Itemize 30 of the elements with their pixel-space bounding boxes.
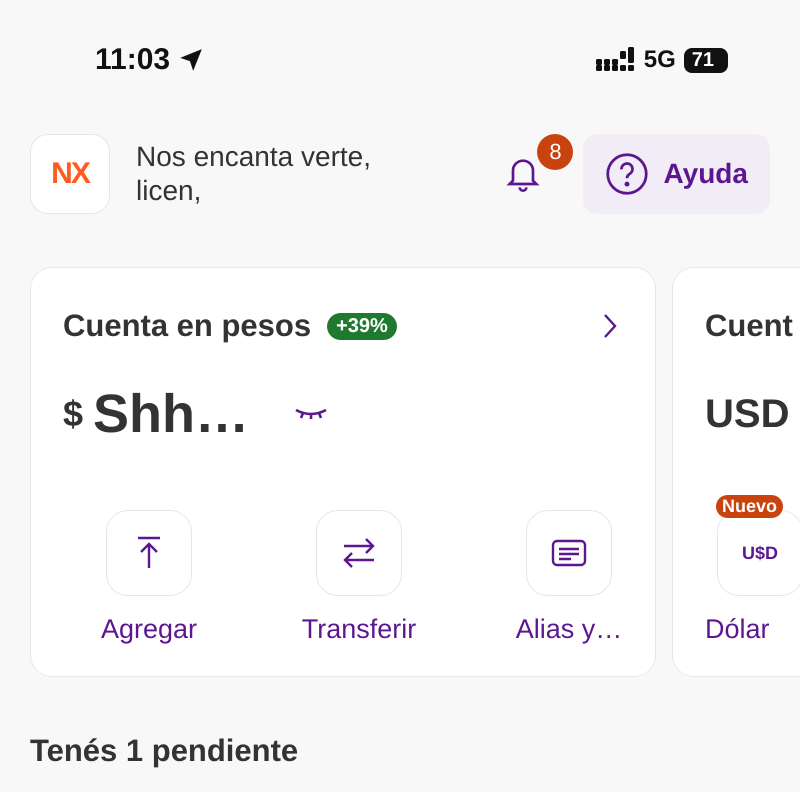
help-button[interactable]: Ayuda: [583, 134, 770, 214]
account-title: Cuenta en pesos: [63, 308, 312, 344]
currency: USD: [705, 392, 790, 436]
user-name: licen,: [136, 175, 202, 207]
account-card[interactable]: Cuent USD Nuevo U$D Dólar: [672, 267, 800, 677]
signal-icon: [596, 47, 636, 73]
closed-eye-icon[interactable]: [295, 407, 328, 421]
account-card[interactable]: Cuenta en pesos +39% $ Shh… Agregar Transferir Alias y…: [30, 267, 656, 677]
account-title: Cuent: [705, 308, 793, 344]
app-logo: NX: [30, 134, 110, 214]
network-type: 5G: [644, 46, 676, 74]
hidden-balance: Shh…: [93, 383, 250, 445]
location-arrow-icon: [178, 47, 204, 73]
battery-level: 71: [684, 48, 728, 72]
card-icon: [551, 539, 587, 567]
chevron-right-icon[interactable]: [603, 313, 617, 339]
account-action[interactable]: Alias y…: [483, 510, 655, 645]
account-action[interactable]: Transferir: [273, 510, 445, 645]
time: 11:03: [95, 43, 170, 77]
section-title: Tenés 1 pendiente: [29, 733, 300, 769]
new-tag: Nuevo: [716, 495, 784, 518]
transfer-arrows-icon: [342, 537, 376, 569]
account-action[interactable]: Agregar: [63, 510, 235, 645]
currency: $: [63, 393, 84, 435]
action-icon-text: U$D: [742, 542, 778, 564]
question-icon: [605, 152, 650, 196]
growth-badge: +39%: [327, 312, 397, 340]
notification-count: 8: [537, 134, 574, 170]
greeting: Nos encanta verte,: [136, 141, 372, 173]
upload-icon: [136, 536, 162, 570]
